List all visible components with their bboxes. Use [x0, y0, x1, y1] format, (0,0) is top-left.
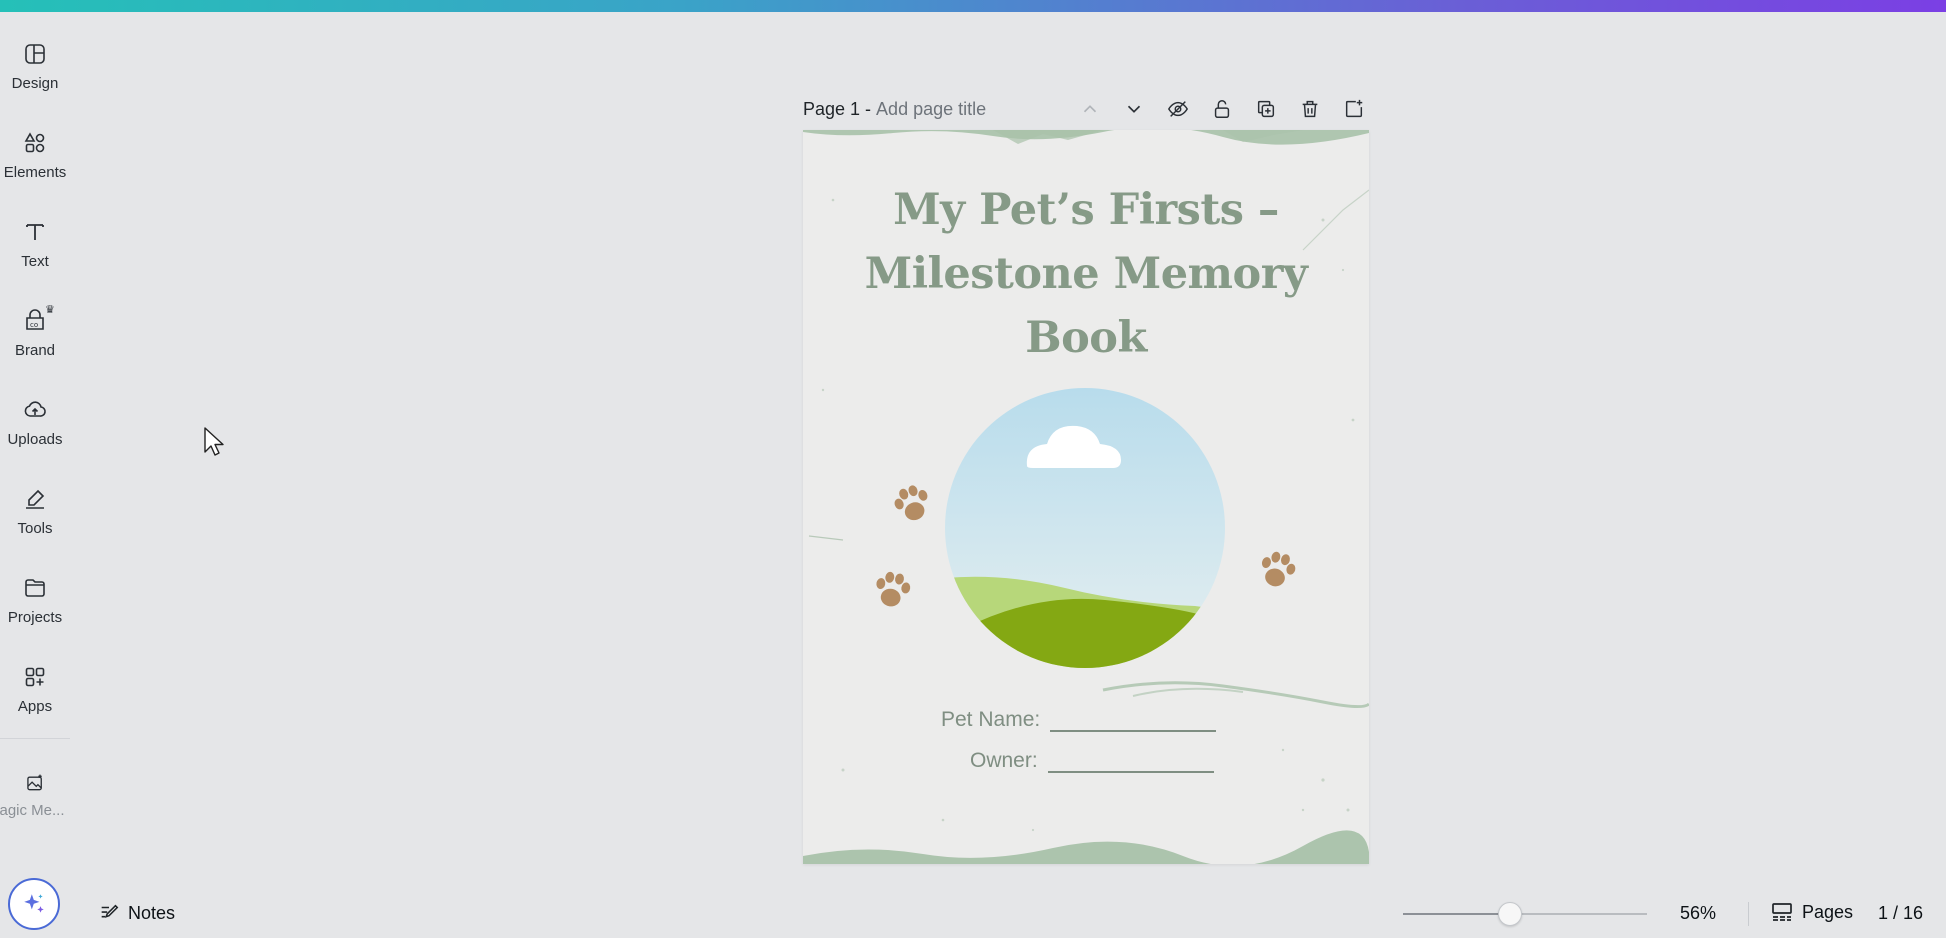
- tools-icon: [26, 489, 45, 509]
- owner-label: Owner:: [970, 749, 1038, 772]
- text-icon: [26, 224, 44, 240]
- sidebar-item-text[interactable]: Text: [0, 190, 70, 270]
- sidebar-item-label: Tools: [17, 520, 53, 537]
- sidebar-item-label: Projects: [7, 609, 63, 626]
- design-page-canvas[interactable]: My Pet’s Firsts – Milestone Memory Book …: [803, 130, 1369, 864]
- sidebar-item-apps[interactable]: Apps: [0, 635, 70, 715]
- paw-print-icon[interactable]: [1255, 548, 1299, 592]
- chevron-up-icon: [1083, 105, 1097, 113]
- hide-page-button[interactable]: [1163, 94, 1193, 124]
- duplicate-icon: [1257, 100, 1275, 118]
- zoom-slider-track[interactable]: [1403, 913, 1647, 915]
- pages-icon: [1772, 903, 1792, 921]
- duplicate-page-button[interactable]: [1251, 94, 1281, 124]
- paw-print-icon[interactable]: [870, 568, 914, 612]
- zoom-slider-fill: [1403, 913, 1511, 915]
- page-title-input[interactable]: Add page title: [876, 99, 986, 120]
- design-title[interactable]: My Pet’s Firsts – Milestone Memory Book: [803, 178, 1369, 370]
- toolbar-divider: [1748, 902, 1749, 926]
- sidebar-item-label: Design: [11, 75, 59, 92]
- paw-print-icon[interactable]: [890, 482, 934, 526]
- design-title-line: Milestone Memory: [864, 249, 1308, 299]
- sidebar-item-brand[interactable]: co ♛ Brand: [0, 279, 70, 359]
- notes-label: Notes: [128, 902, 176, 923]
- sidebar-item-uploads[interactable]: Uploads: [0, 368, 70, 448]
- zoom-slider-handle[interactable]: [1498, 902, 1523, 926]
- magic-media-icon: [27, 774, 42, 791]
- top-accent-bar: [0, 0, 1946, 12]
- sidebar-item-label: Text: [21, 253, 49, 270]
- owner-field[interactable]: Owner:: [970, 749, 1214, 773]
- owner-line: [1047, 749, 1214, 773]
- left-sidebar: Design Elements Text co ♛ Brand Uploads …: [0, 12, 70, 938]
- delete-page-button[interactable]: [1295, 94, 1325, 124]
- trash-icon: [1302, 100, 1318, 118]
- add-page-icon: [1345, 99, 1363, 118]
- notes-button[interactable]: Notes: [98, 902, 175, 924]
- sidebar-item-label: Uploads: [7, 431, 63, 448]
- sidebar-item-projects[interactable]: Projects: [0, 546, 70, 626]
- sidebar-item-design[interactable]: Design: [0, 12, 70, 92]
- page-counter[interactable]: 1 / 16: [1878, 903, 1923, 924]
- chevron-down-icon: [1127, 105, 1141, 113]
- sidebar-item-label: Elements: [3, 164, 67, 181]
- notes-icon: [101, 904, 119, 918]
- pet-name-label: Pet Name:: [941, 708, 1041, 731]
- magic-assistant-button[interactable]: [8, 878, 60, 930]
- pages-label: Pages: [1802, 901, 1854, 922]
- projects-icon: [25, 579, 45, 597]
- sidebar-item-label: agic Me...: [0, 802, 65, 819]
- crown-icon: ♛: [45, 304, 55, 316]
- design-title-line: Book: [1025, 313, 1147, 363]
- mouse-cursor-icon: [204, 427, 224, 456]
- elements-icon: [24, 132, 45, 153]
- design-title-line: My Pet’s Firsts –: [893, 185, 1279, 235]
- design-icon: [25, 44, 45, 64]
- pages-button[interactable]: Pages: [1770, 900, 1853, 924]
- apps-icon: [25, 667, 45, 687]
- sidebar-item-magic-media[interactable]: agic Me...: [0, 739, 70, 819]
- sidebar-item-elements[interactable]: Elements: [0, 101, 70, 181]
- lock-icon: [1214, 100, 1230, 118]
- eye-hide-icon: [1167, 101, 1189, 117]
- pet-name-line: [1050, 708, 1217, 732]
- pet-name-field[interactable]: Pet Name:: [941, 708, 1217, 732]
- add-page-button[interactable]: [1339, 94, 1369, 124]
- page-label: Page 1 -: [803, 98, 872, 119]
- magic-sparkle-icon: [24, 894, 44, 913]
- landscape-illustration[interactable]: [945, 388, 1225, 668]
- move-page-down-button[interactable]: [1119, 94, 1149, 124]
- sidebar-item-label: Apps: [17, 698, 53, 715]
- sidebar-item-tools[interactable]: Tools: [0, 457, 70, 537]
- lock-page-button[interactable]: [1207, 94, 1237, 124]
- page-header: Page 1 - Add page title: [803, 94, 1369, 124]
- sidebar-item-label: Brand: [14, 342, 56, 359]
- uploads-icon: [24, 401, 46, 417]
- move-page-up-button[interactable]: [1075, 94, 1105, 124]
- page-actions: [1061, 94, 1369, 124]
- svg-text:co: co: [30, 321, 38, 329]
- zoom-percentage[interactable]: 56%: [1680, 903, 1716, 924]
